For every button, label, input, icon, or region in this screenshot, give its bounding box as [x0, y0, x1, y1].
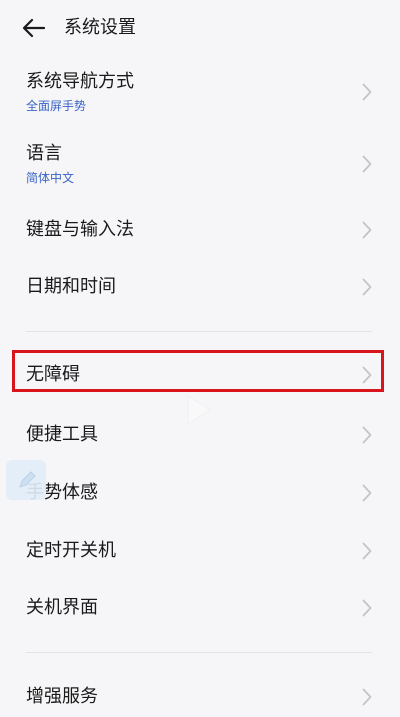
item-subtitle: 全面屏手势: [26, 99, 87, 113]
chevron-right-icon: [362, 542, 372, 560]
settings-item-enhanced-services[interactable]: 增强服务: [0, 672, 400, 717]
item-title: 增强服务: [26, 686, 98, 707]
settings-item-keyboard[interactable]: 键盘与输入法: [0, 205, 400, 255]
section-divider: [26, 331, 372, 332]
item-title: 关机界面: [26, 597, 98, 618]
chevron-right-icon: [362, 221, 372, 239]
settings-item-accessibility[interactable]: 无障碍: [0, 351, 400, 395]
item-title: 便捷工具: [26, 424, 98, 445]
item-title: 无障碍: [26, 364, 80, 385]
item-title: 键盘与输入法: [26, 219, 134, 240]
edit-icon: [19, 471, 36, 488]
page-title: 系统设置: [64, 17, 136, 38]
floating-edit-button[interactable]: [6, 460, 46, 500]
settings-item-language[interactable]: 语言 简体中文: [0, 134, 400, 198]
item-title: 系统导航方式: [26, 71, 134, 92]
chevron-right-icon: [362, 484, 372, 502]
settings-item-shutdown-screen[interactable]: 关机界面: [0, 583, 400, 633]
settings-item-scheduled-power[interactable]: 定时开关机: [0, 526, 400, 576]
settings-item-gestures[interactable]: 手势体感: [0, 468, 400, 518]
header: 系统设置: [0, 0, 400, 56]
settings-item-date-time[interactable]: 日期和时间: [0, 262, 400, 312]
chevron-right-icon: [362, 278, 372, 296]
item-title: 语言: [26, 143, 62, 164]
chevron-right-icon: [362, 366, 372, 384]
arrow-left-icon[interactable]: [22, 18, 46, 38]
chevron-right-icon: [362, 688, 372, 706]
item-title: 日期和时间: [26, 276, 116, 297]
item-subtitle: 简体中文: [26, 171, 75, 185]
settings-item-navigation[interactable]: 系统导航方式 全面屏手势: [0, 62, 400, 126]
chevron-right-icon: [362, 426, 372, 444]
chevron-right-icon: [362, 83, 372, 101]
chevron-right-icon: [362, 599, 372, 617]
chevron-right-icon: [362, 155, 372, 173]
play-icon: [187, 395, 211, 425]
section-divider: [26, 652, 372, 653]
item-title: 定时开关机: [26, 540, 116, 561]
